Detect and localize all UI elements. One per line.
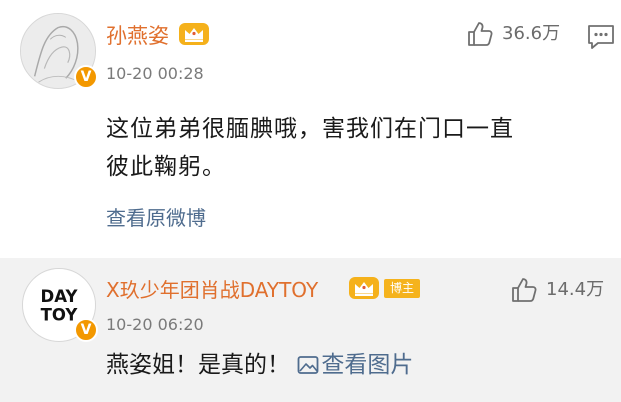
- main-avatar-wrap[interactable]: V: [20, 13, 98, 89]
- reply-comment: DAY TOY V X玖少年团肖战DAYTOY 博主 10-20 06:20 燕…: [0, 258, 621, 402]
- avatar-logo-text-top: DAY: [41, 287, 79, 306]
- avatar-logo-text-bottom: TOY: [41, 306, 79, 325]
- username[interactable]: X玖少年团肖战DAYTOY: [106, 278, 318, 302]
- comment-text-line: 彼此鞠躬。: [106, 154, 226, 180]
- verified-v-icon: V: [74, 318, 98, 342]
- view-image-link[interactable]: 查看图片: [297, 352, 413, 378]
- timestamp: 10-20 00:28: [106, 64, 204, 83]
- verified-v-icon: V: [74, 65, 98, 89]
- thumbs-up-icon: [512, 278, 537, 302]
- comment-bubble-icon[interactable]: [586, 22, 616, 52]
- timestamp: 10-20 06:20: [106, 315, 204, 334]
- view-image-label: 查看图片: [321, 352, 414, 378]
- crown-icon: [349, 277, 379, 299]
- poster-badge: 博主: [384, 279, 421, 298]
- reply-text-body: 燕姿姐！是真的！: [106, 352, 290, 378]
- like-count: 14.4万: [546, 279, 605, 300]
- like-count: 36.6万: [502, 23, 561, 44]
- image-icon: [297, 356, 319, 374]
- main-comment: V 孙燕姿 10-20 00:28 这位弟弟很腼腆哦，害我们在门口一直 彼此鞠躬…: [0, 0, 621, 258]
- reply-text: 燕姿姐！是真的！ 查看图片: [106, 346, 413, 384]
- like-button[interactable]: 36.6万: [466, 20, 560, 48]
- like-button[interactable]: 14.4万: [510, 276, 604, 304]
- comment-text-line: 这位弟弟很腼腆哦，害我们在门口一直: [106, 116, 514, 142]
- crown-icon: [179, 23, 209, 45]
- comment-text: 这位弟弟很腼腆哦，害我们在门口一直 彼此鞠躬。: [106, 110, 514, 186]
- thumbs-up-icon: [468, 22, 493, 46]
- username[interactable]: 孙燕姿: [106, 24, 169, 48]
- reply-avatar-wrap[interactable]: DAY TOY V: [22, 268, 98, 342]
- view-original-post-link[interactable]: 查看原微博: [106, 206, 206, 230]
